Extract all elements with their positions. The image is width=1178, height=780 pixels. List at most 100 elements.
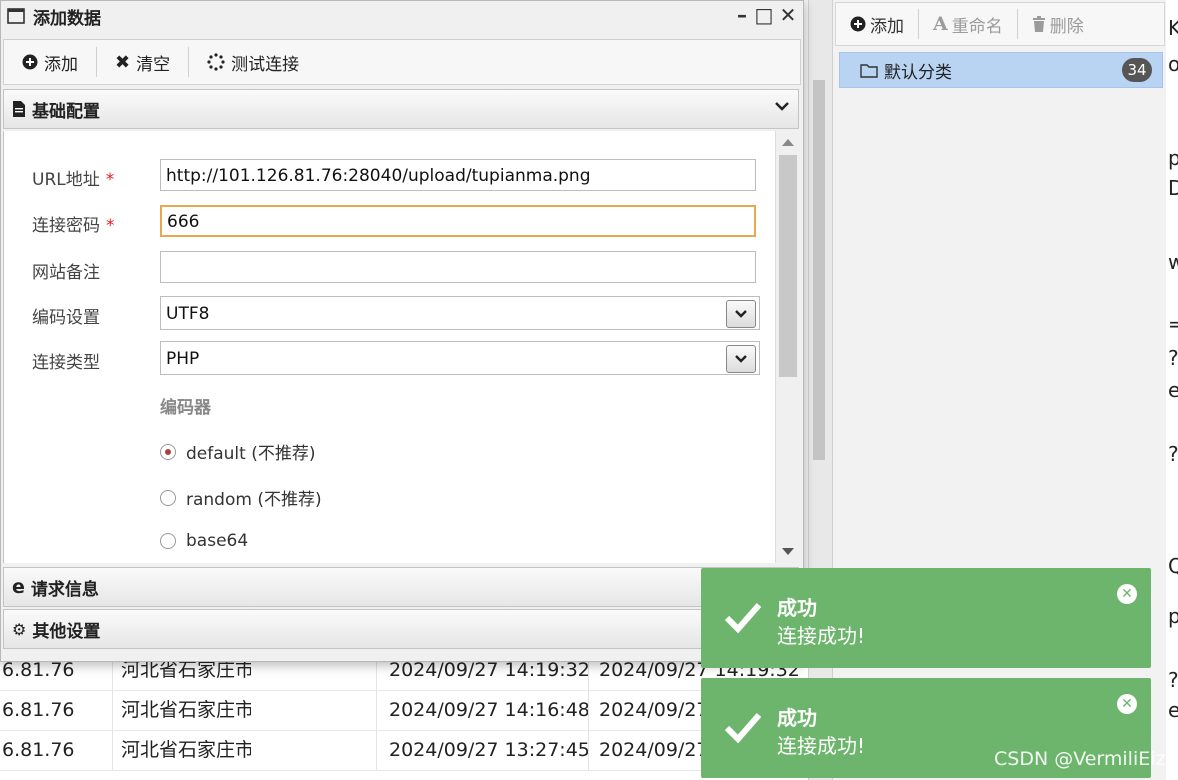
plus-circle-icon [850,16,866,32]
font-a-icon: A [933,13,948,35]
section-request-label: 请求信息 [30,579,99,600]
connection-type-dropdown-button[interactable] [726,345,756,373]
connection-type-label: 连接类型 [32,353,100,373]
scroll-down-arrow[interactable] [782,548,794,555]
x-icon: ✖ [115,51,131,73]
category-item-default[interactable]: 默认分类 34 [839,52,1163,88]
check-icon [724,603,762,634]
table-cell-ip: 6.81.76 [2,699,75,721]
offscreen-content-strip: K o p D w = ? e ? Q p ? eE [1166,0,1178,780]
edge-text: o [1168,52,1178,76]
url-label: URL地址 * [32,165,114,190]
gears-icon: ⚙ [12,619,27,639]
chevron-down-icon [775,102,789,111]
edge-text: w [1168,250,1178,274]
radio-default[interactable] [160,443,176,460]
chevron-down-icon [735,310,747,318]
encoder-option-random[interactable]: random (不推荐) [160,485,322,510]
folder-icon [860,64,878,78]
document-icon [13,101,25,117]
category-add-button[interactable]: 添加 [836,9,918,39]
note-input[interactable] [160,251,756,283]
section-basic-config[interactable]: 基础配置 [3,89,799,129]
form-scroll-thumb[interactable] [779,155,797,377]
clear-button-label: 清空 [136,54,171,75]
encoding-select-value: UTF8 [166,304,210,324]
edge-text: eE [1168,698,1178,722]
encoder-option-base64[interactable]: base64 [160,531,248,551]
encoder-option-default[interactable]: default (不推荐) [160,439,315,464]
url-label-text: URL地址 [32,170,100,190]
category-toolbar: 添加 A 重命名 删除 [835,2,1165,46]
spinner-icon [207,53,225,71]
success-toast: 成功 连接成功! ✕ [701,568,1151,668]
edge-text: e [1168,378,1178,402]
edge-text: K [1168,16,1178,40]
main-list-scroll-thumb[interactable] [813,80,825,460]
connection-type-select[interactable]: PHP [160,341,760,375]
add-button-label: 添加 [44,54,78,75]
toast-close-icon[interactable]: ✕ [1117,584,1137,604]
add-data-dialog: 添加数据 – □ ✕ 添加 ✖ 清空 测试连接 基础配置 URL地址 * http… [0,0,804,662]
radio-base64[interactable] [160,533,176,549]
section-other-label: 其他设置 [32,621,101,642]
minimize-button[interactable]: – [731,3,753,27]
edge-text: ? [1168,668,1178,692]
section-basic-label: 基础配置 [32,101,100,122]
section-request-info[interactable]: e 请求信息 [3,567,799,607]
encoding-label: 编码设置 [32,308,100,328]
clear-button[interactable]: ✖ 清空 [97,47,188,77]
window-icon [7,8,25,24]
test-connection-button[interactable]: 测试连接 [189,47,317,77]
section-other-settings[interactable]: ⚙ 其他设置 [3,609,799,649]
password-input[interactable]: 666 [160,205,756,237]
password-label: 连接密码 * [32,211,115,236]
edge-text: p [1168,146,1178,170]
edge-text: D [1168,176,1178,200]
category-delete-button[interactable]: 删除 [1018,9,1098,39]
dialog-titlebar[interactable]: 添加数据 – □ ✕ [1,1,803,31]
connection-type-value: PHP [166,349,200,369]
category-add-label: 添加 [870,16,904,37]
encoding-select[interactable]: UTF8 [160,296,760,330]
toast-message: 连接成功! [777,624,866,648]
toast-title: 成功 [777,596,817,620]
table-cell-created: 2024/09/27 13:27:45 [376,730,589,770]
scroll-up-arrow[interactable] [782,139,794,146]
check-icon [724,713,762,744]
edge-text: = [1168,312,1178,336]
add-button[interactable]: 添加 [4,47,96,77]
required-mark: * [106,216,115,236]
radio-random[interactable] [160,489,176,506]
chevron-down-icon [735,355,747,363]
category-item-label: 默认分类 [884,62,952,83]
edge-text: Q [1168,554,1178,578]
required-mark: * [105,170,115,190]
toast-close-icon[interactable]: ✕ [1117,694,1137,714]
close-button[interactable]: ✕ [777,3,799,27]
form-scrollbar[interactable] [775,131,800,563]
category-count-badge: 34 [1122,58,1152,82]
maximize-button[interactable]: □ [753,3,775,27]
url-input[interactable]: http://101.126.81.76:28040/upload/tupian… [160,159,756,191]
encoder-option-label: random (不推荐) [186,490,322,510]
plus-circle-icon [22,54,38,70]
table-cell-location: 河北省石家庄市 [112,730,251,770]
dialog-title: 添加数据 [33,8,101,29]
dialog-toolbar: 添加 ✖ 清空 测试连接 [3,39,801,85]
table-cell-created: 2024/09/27 14:16:48 [376,690,589,730]
basic-config-form: URL地址 * http://101.126.81.76:28040/upload… [3,131,776,563]
edge-text: ? [1168,346,1178,370]
category-rename-button[interactable]: A 重命名 [919,9,1017,39]
table-cell-location: 河北省石家庄市 [112,690,251,730]
encoder-option-label: base64 [186,531,249,551]
category-delete-label: 删除 [1049,16,1084,37]
encoder-title: 编码器 [160,398,211,418]
ie-icon: e [12,576,25,598]
encoding-dropdown-button[interactable] [726,300,756,328]
category-rename-label: 重命名 [951,16,1003,37]
watermark-text: CSDN @VermiliEiz [994,748,1166,770]
toast-title: 成功 [777,706,817,730]
test-connection-label: 测试连接 [231,54,300,75]
note-label: 网站备注 [32,263,100,283]
